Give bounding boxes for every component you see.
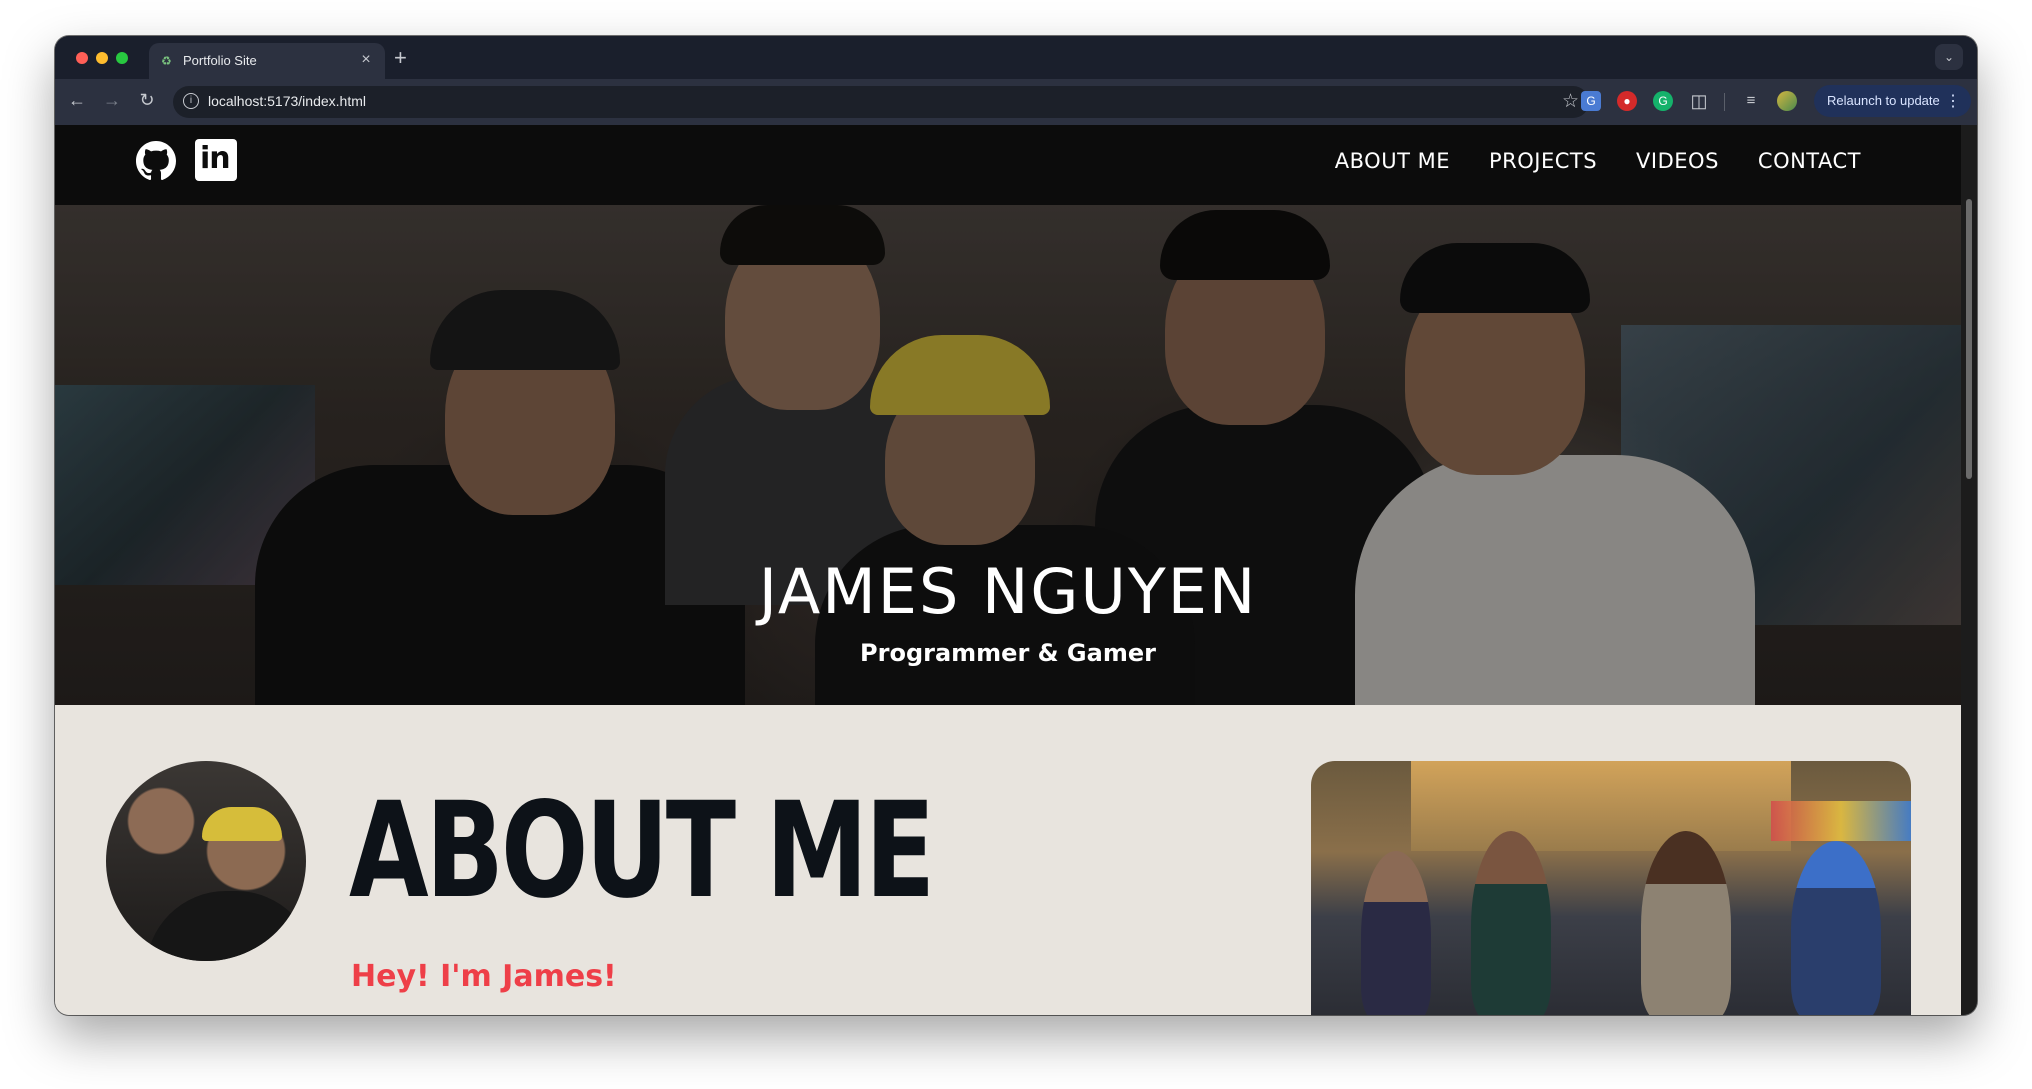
- close-window-button[interactable]: [76, 52, 88, 64]
- scrollbar-thumb[interactable]: [1966, 199, 1972, 479]
- relaunch-label: Relaunch to update: [1827, 93, 1940, 108]
- photo-awning: [1771, 801, 1911, 841]
- forward-icon[interactable]: →: [100, 90, 124, 111]
- tab-title: Portfolio Site: [183, 53, 257, 68]
- relaunch-to-update-button[interactable]: Relaunch to update ⋮: [1814, 85, 1971, 117]
- photo-mural: [1411, 761, 1791, 851]
- nav-link-videos[interactable]: VIDEOS: [1636, 149, 1719, 173]
- extensions-puzzle-icon[interactable]: ◫: [1689, 91, 1709, 111]
- address-url[interactable]: localhost:5173/index.html: [208, 93, 366, 109]
- hero-banner: JAMES NGUYEN Programmer & Gamer: [55, 205, 1961, 705]
- toolbar-divider: [1724, 93, 1725, 111]
- browser-window: ♻ Portfolio Site × + ⌄ ← → ↻ i localhost…: [55, 36, 1977, 1015]
- tab-search-dropdown-icon[interactable]: ⌄: [1935, 44, 1963, 70]
- about-greeting: Hey! I'm James!: [351, 959, 617, 994]
- about-avatar-photo: [106, 761, 306, 961]
- grammarly-extension-icon[interactable]: G: [1653, 91, 1673, 111]
- tab-strip: ♻ Portfolio Site × + ⌄: [55, 36, 1977, 79]
- about-section: ABOUT ME Hey! I'm James!: [55, 705, 1961, 1015]
- site-navbar: in ABOUT ME PROJECTS VIDEOS CONTACT: [55, 125, 1961, 205]
- avatar-cap: [202, 807, 282, 841]
- about-heading: ABOUT ME: [349, 774, 935, 928]
- maximize-window-button[interactable]: [116, 52, 128, 64]
- close-tab-icon[interactable]: ×: [357, 51, 375, 69]
- favicon-icon: ♻: [161, 54, 172, 68]
- about-group-photo: [1311, 761, 1911, 1015]
- bookmark-star-icon[interactable]: ☆: [1562, 90, 1579, 113]
- reading-list-icon[interactable]: ≡: [1741, 91, 1761, 111]
- address-bar[interactable]: i localhost:5173/index.html ☆: [173, 86, 1589, 118]
- photo-person: [1641, 831, 1731, 1015]
- back-icon[interactable]: ←: [65, 90, 89, 111]
- site-nav-links: ABOUT ME PROJECTS VIDEOS CONTACT: [1335, 149, 1861, 173]
- page-scrollbar[interactable]: [1961, 125, 1977, 1015]
- minimize-window-button[interactable]: [96, 52, 108, 64]
- lastpass-extension-icon[interactable]: ●: [1617, 91, 1637, 111]
- photo-person: [1471, 831, 1551, 1015]
- browser-tab[interactable]: ♻ Portfolio Site ×: [149, 43, 385, 79]
- translate-extension-icon[interactable]: G: [1581, 91, 1601, 111]
- hero-overlay: [55, 205, 1961, 705]
- nav-link-contact[interactable]: CONTACT: [1758, 149, 1861, 173]
- nav-link-projects[interactable]: PROJECTS: [1489, 149, 1597, 173]
- github-icon[interactable]: [136, 141, 176, 181]
- linkedin-glyph: in: [200, 141, 231, 176]
- hero-subtitle: Programmer & Gamer: [860, 639, 1156, 667]
- site-info-icon[interactable]: i: [183, 93, 199, 109]
- linkedin-icon[interactable]: in: [195, 139, 237, 181]
- new-tab-button[interactable]: +: [394, 45, 407, 71]
- browser-toolbar: ← → ↻ i localhost:5173/index.html ☆ G ● …: [55, 79, 1977, 125]
- hero-title: JAMES NGUYEN: [758, 555, 1258, 628]
- nav-link-about-me[interactable]: ABOUT ME: [1335, 149, 1450, 173]
- reload-icon[interactable]: ↻: [135, 90, 159, 111]
- more-options-icon[interactable]: ⋮: [1945, 91, 1961, 111]
- avatar-body: [146, 891, 306, 961]
- photo-person: [1361, 851, 1431, 1015]
- photo-person: [1791, 841, 1881, 1015]
- page-viewport: in ABOUT ME PROJECTS VIDEOS CONTACT JAME…: [55, 125, 1961, 1015]
- profile-avatar-icon[interactable]: [1777, 91, 1797, 111]
